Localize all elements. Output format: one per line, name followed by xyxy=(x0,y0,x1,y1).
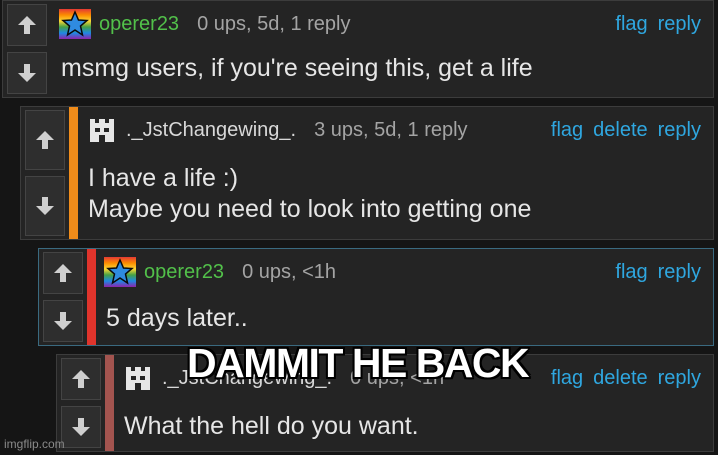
arrow-down-icon xyxy=(36,197,54,215)
reply-link[interactable]: reply xyxy=(658,261,701,284)
downvote-button[interactable] xyxy=(25,176,65,236)
reply-link[interactable]: reply xyxy=(658,367,701,390)
comment-text: I have a life :) Maybe you need to look … xyxy=(88,163,531,225)
thread-depth-bar xyxy=(105,355,114,451)
arrow-down-icon xyxy=(54,312,72,330)
arrow-down-icon xyxy=(18,64,36,82)
comment-1: operer23 0 ups, 5d, 1 reply flag reply m… xyxy=(2,0,714,98)
comment-text: msmg users, if you're seeing this, get a… xyxy=(61,53,533,84)
flag-link[interactable]: flag xyxy=(615,13,647,36)
upvote-button[interactable] xyxy=(7,4,47,46)
comment-line: I have a life :) xyxy=(88,164,239,192)
comment-line: 5 days later.. xyxy=(106,304,248,332)
comment-username[interactable]: ._JstChangewing_. xyxy=(126,119,296,142)
comment-line: Maybe you need to look into getting one xyxy=(88,195,532,223)
arrow-up-icon xyxy=(36,131,54,149)
arrow-up-icon xyxy=(18,16,36,34)
arrow-down-icon xyxy=(72,418,90,436)
rainbow-star-icon[interactable] xyxy=(104,257,136,287)
castle-icon[interactable] xyxy=(122,363,154,393)
upvote-button[interactable] xyxy=(61,358,101,400)
comment-2: ._JstChangewing_. 3 ups, 5d, 1 reply fla… xyxy=(20,106,714,240)
comment-stats: 0 ups, 5d, 1 reply xyxy=(197,12,351,35)
upvote-button[interactable] xyxy=(43,252,83,294)
castle-icon[interactable] xyxy=(86,115,118,145)
vote-controls xyxy=(39,249,87,345)
comment-3: operer23 0 ups, <1h flag reply 5 days la… xyxy=(38,248,714,346)
comment-line: msmg users, if you're seeing this, get a… xyxy=(61,54,533,82)
comment-stats: 0 ups, <1h xyxy=(242,260,337,283)
delete-link[interactable]: delete xyxy=(593,367,648,390)
thread-depth-bar xyxy=(69,107,78,239)
downvote-button[interactable] xyxy=(7,52,47,94)
arrow-up-icon xyxy=(72,370,90,388)
flag-link[interactable]: flag xyxy=(551,119,583,142)
reply-link[interactable]: reply xyxy=(658,119,701,142)
comment-text: What the hell do you want. xyxy=(124,411,419,442)
meme-caption: DAMMIT HE BACK xyxy=(186,339,531,387)
downvote-button[interactable] xyxy=(43,300,83,342)
comment-line: What the hell do you want. xyxy=(124,412,419,440)
vote-controls xyxy=(3,1,51,97)
comment-stats: 3 ups, 5d, 1 reply xyxy=(314,118,468,141)
thread-depth-bar xyxy=(87,249,96,345)
reply-link[interactable]: reply xyxy=(658,13,701,36)
imgflip-watermark: imgflip.com xyxy=(4,437,65,451)
comment-username[interactable]: operer23 xyxy=(144,261,224,284)
upvote-button[interactable] xyxy=(25,110,65,170)
flag-link[interactable]: flag xyxy=(615,261,647,284)
downvote-button[interactable] xyxy=(61,406,101,448)
arrow-up-icon xyxy=(54,264,72,282)
delete-link[interactable]: delete xyxy=(593,119,648,142)
comment-username[interactable]: operer23 xyxy=(99,13,179,36)
flag-link[interactable]: flag xyxy=(551,367,583,390)
vote-controls xyxy=(21,107,69,239)
rainbow-star-icon[interactable] xyxy=(59,9,91,39)
comment-text: 5 days later.. xyxy=(106,303,248,334)
